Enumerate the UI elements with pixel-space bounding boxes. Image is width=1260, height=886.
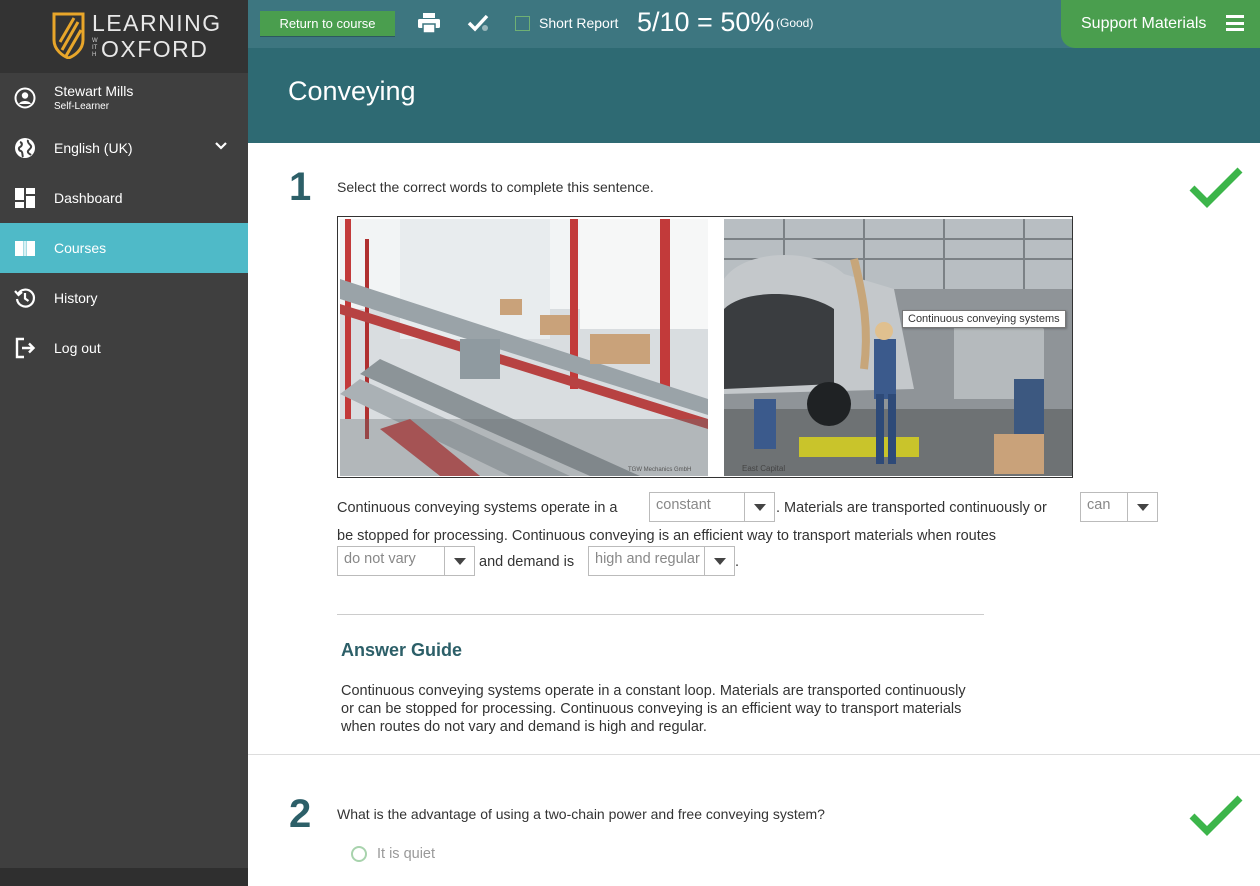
logo-text-with: WITH	[92, 38, 98, 58]
dropdown-arrow-icon[interactable]	[444, 547, 474, 575]
sidebar-item-label: Dashboard	[54, 190, 123, 206]
dashboard-icon	[14, 187, 36, 209]
dropdown-arrow-icon[interactable]	[744, 493, 774, 521]
score-display: 5/10 = 50%	[637, 7, 775, 37]
sentence-part: and demand is	[479, 554, 575, 570]
sidebar-item-dashboard[interactable]: Dashboard	[0, 173, 248, 223]
select-value: do not vary	[344, 551, 416, 567]
logo[interactable]: LEARNING WITH OXFORD	[0, 0, 248, 73]
short-report-toggle[interactable]: Short Report	[515, 15, 618, 31]
image-tooltip: Continuous conveying systems	[902, 310, 1066, 328]
user-profile[interactable]: Stewart Mills Self-Learner	[0, 73, 248, 123]
answer-select-4[interactable]: high and regular	[588, 546, 735, 576]
correct-check-icon	[1189, 167, 1243, 208]
answer-guide-text: Continuous conveying systems operate in …	[341, 683, 966, 735]
photo-credit-left: TGW Mechanics GmbH	[628, 467, 691, 473]
page-title: Conveying	[288, 76, 416, 106]
sentence-part: Continuous conveying systems operate in …	[337, 500, 618, 516]
sentence-part: be stopped for processing. Continuous co…	[337, 528, 997, 544]
select-value: high and regular	[595, 551, 700, 567]
sidebar-item-label: Courses	[54, 240, 107, 256]
select-value: constant	[656, 497, 711, 513]
check-answers-icon[interactable]	[467, 13, 491, 33]
answer-select-3[interactable]: do not vary	[337, 546, 475, 576]
sidebar-item-label: English (UK)	[54, 140, 133, 156]
sidebar-item-label: Log out	[54, 340, 101, 356]
chevron-down-icon	[215, 142, 227, 150]
top-toolbar: Return to course Short Report 5/10 = 50%…	[248, 0, 1260, 48]
answer-option[interactable]: It is quiet	[351, 846, 435, 862]
select-value: can	[1087, 497, 1111, 513]
support-materials-label: Support Materials	[1081, 15, 1207, 32]
car-factory-photo: East Capital	[724, 219, 1072, 476]
section-separator	[248, 754, 1260, 755]
sidebar-item-label: History	[54, 290, 98, 306]
sidebar-footer	[0, 868, 248, 886]
short-report-label: Short Report	[539, 15, 619, 31]
support-materials-button[interactable]: Support Materials	[1061, 0, 1260, 48]
photo-credit-right: East Capital	[742, 464, 785, 473]
sidebar-item-courses[interactable]: Courses	[0, 223, 248, 273]
sidebar-item-language[interactable]: English (UK)	[0, 123, 248, 173]
answer-guide-title: Answer Guide	[341, 640, 463, 660]
logo-text-learning: LEARNING	[92, 10, 222, 36]
sentence-part: .	[735, 554, 740, 570]
question-prompt: What is the advantage of using a two-cha…	[337, 806, 825, 822]
divider	[337, 614, 984, 615]
logo-text-oxford: OXFORD	[101, 36, 209, 62]
question-number: 2	[289, 792, 312, 836]
user-name: Stewart Mills	[54, 83, 134, 99]
question-prompt: Select the correct words to complete thi…	[337, 179, 654, 195]
print-icon[interactable]	[418, 13, 440, 33]
book-icon	[14, 237, 36, 259]
question-number: 1	[289, 165, 312, 209]
user-icon	[14, 87, 36, 109]
answer-select-2[interactable]: can	[1080, 492, 1158, 522]
sidebar: LEARNING WITH OXFORD Stewart Mills Self-…	[0, 0, 248, 886]
conveyor-photo: TGW Mechanics GmbH	[340, 219, 708, 476]
correct-check-icon	[1189, 795, 1243, 836]
history-icon	[14, 287, 36, 309]
hamburger-menu-icon[interactable]	[1226, 15, 1244, 31]
sidebar-item-logout[interactable]: Log out	[0, 323, 248, 373]
sidebar-item-history[interactable]: History	[0, 273, 248, 323]
sentence-part: . Materials are transported continuously…	[776, 500, 1047, 516]
radio-button[interactable]	[351, 846, 367, 862]
question-image: TGW Mechanics GmbH East Capital	[337, 216, 1073, 478]
dropdown-arrow-icon[interactable]	[704, 547, 734, 575]
logout-icon	[14, 337, 36, 359]
return-to-course-button[interactable]: Return to course	[260, 11, 395, 36]
globe-icon	[14, 137, 36, 159]
score-rating: (Good)	[776, 16, 814, 30]
title-band: Conveying	[248, 48, 1260, 143]
option-label: It is quiet	[377, 846, 436, 862]
dropdown-arrow-icon[interactable]	[1127, 493, 1157, 521]
user-role: Self-Learner	[54, 101, 110, 112]
shield-logo-icon	[52, 12, 85, 59]
answer-select-1[interactable]: constant	[649, 492, 775, 522]
short-report-checkbox[interactable]	[515, 15, 530, 31]
